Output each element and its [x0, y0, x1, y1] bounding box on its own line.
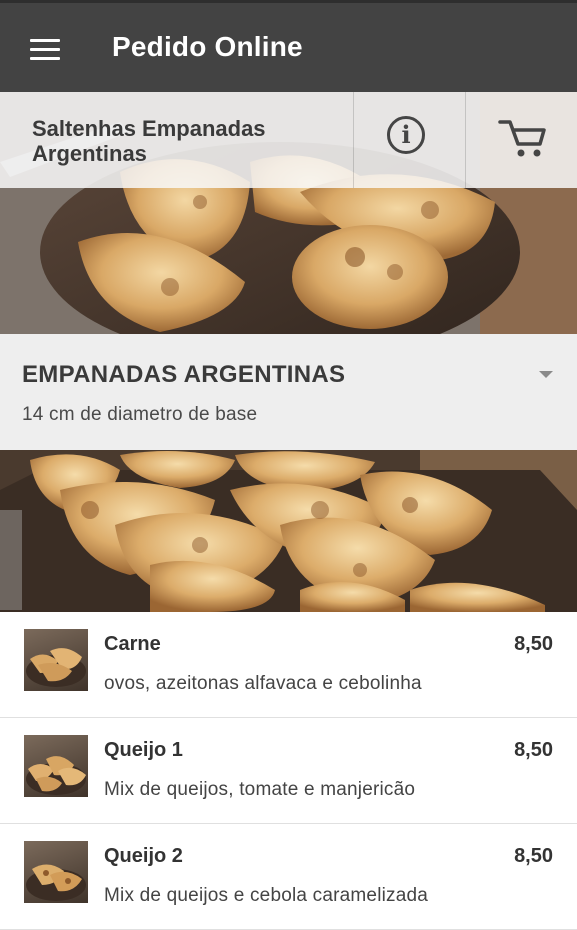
- product-name: Queijo 2: [104, 845, 183, 867]
- product-name: Carne: [104, 633, 161, 655]
- product-price: 8,50: [514, 633, 553, 655]
- info-icon: i: [387, 116, 425, 154]
- product-description: ovos, azeitonas alfavaca e cebolinha: [104, 673, 422, 694]
- product-name: Queijo 1: [104, 739, 183, 761]
- product-description: Mix de queijos, tomate e manjericão: [104, 779, 416, 800]
- product-thumbnail: [24, 629, 88, 691]
- product-thumbnail: [24, 841, 88, 903]
- product-thumbnail: [24, 735, 88, 797]
- category-subtitle: 14 cm de diametro de base: [22, 404, 258, 425]
- cart-button[interactable]: [466, 92, 577, 188]
- hamburger-menu-icon[interactable]: [30, 39, 60, 61]
- info-button[interactable]: i: [354, 92, 465, 188]
- product-item[interactable]: Queijo 1 8,50 Mix de queijos, tomate e m…: [0, 718, 577, 824]
- restaurant-header-bar: Saltenhas Empanadas Argentinas i: [0, 92, 577, 188]
- restaurant-hero: Saltenhas Empanadas Argentinas i: [0, 92, 577, 334]
- empanadas-banner-image: [0, 450, 577, 612]
- dropdown-arrow-icon[interactable]: [539, 371, 553, 378]
- category-title: EMPANADAS ARGENTINAS: [22, 361, 346, 388]
- product-price: 8,50: [514, 845, 553, 867]
- product-item[interactable]: Carne 8,50 ovos, azeitonas alfavaca e ce…: [0, 612, 577, 718]
- product-item[interactable]: Queijo 2 8,50 Mix de queijos e cebola ca…: [0, 824, 577, 930]
- category-header[interactable]: EMPANADAS ARGENTINAS 14 cm de diametro d…: [0, 334, 577, 450]
- category-banner: [0, 450, 577, 612]
- app-bar: Pedido Online: [0, 0, 577, 92]
- product-price: 8,50: [514, 739, 553, 761]
- cart-icon: [498, 120, 546, 157]
- product-description: Mix de queijos e cebola caramelizada: [104, 885, 429, 906]
- restaurant-name: Saltenhas Empanadas Argentinas: [32, 116, 266, 166]
- app-title: Pedido Online: [112, 31, 303, 62]
